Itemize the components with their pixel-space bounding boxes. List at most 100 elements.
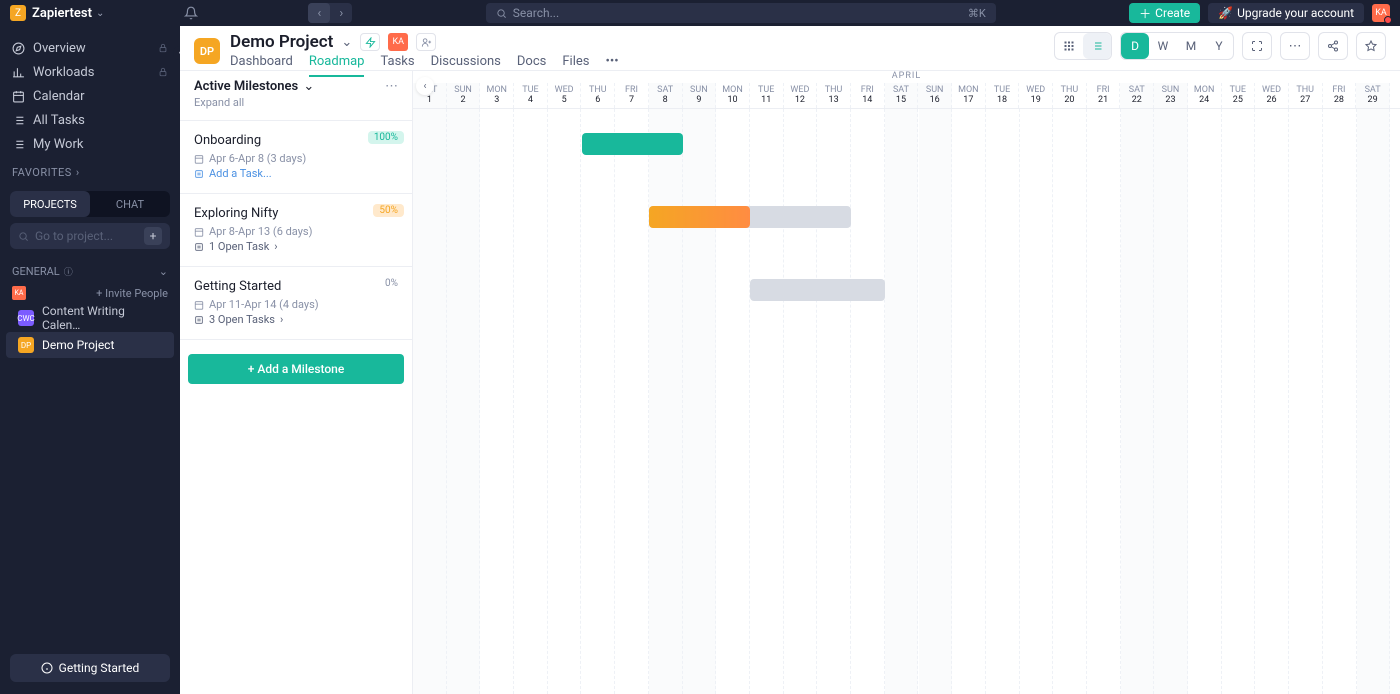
sidebar-project-demo-project[interactable]: DP Demo Project [6,332,174,358]
milestone-tasks-link[interactable]: 3 Open Tasks › [194,313,398,326]
milestone-progress-badge: 0% [379,277,404,290]
day-header: TUE11 [750,83,784,108]
sidebar-project-content-writing-calen-[interactable]: CWCContent Writing Calen… [6,305,174,331]
create-button[interactable]: ＋ Create [1129,3,1200,23]
chevron-down-icon[interactable]: ⌄ [303,79,314,94]
general-label: GENERAL [12,265,60,278]
zoom-w[interactable]: W [1149,33,1177,59]
list-view-button[interactable] [1083,33,1111,59]
lock-icon [158,67,168,77]
day-header: SUN9 [683,83,717,108]
workspace-name[interactable]: Zapiertest [32,6,92,21]
milestone-bar[interactable] [750,279,885,301]
day-header: SUN2 [447,83,481,108]
topbar: Z Zapiertest ⌄ ‹ › Search... ⌘K ＋ Create… [0,0,1400,26]
automations-button[interactable] [360,33,380,51]
calendar-icon [12,90,25,103]
segment-chat[interactable]: CHAT [90,191,170,217]
milestone-row: 100%OnboardingApr 6-Apr 8 (3 days)Add a … [180,121,412,194]
invite-people-link[interactable]: + Invite People [96,287,168,300]
member-avatar[interactable]: KA [12,286,26,300]
day-header: WED26 [1255,83,1289,108]
main-content: DP Demo Project ⌄ KA DashboardRoadmapTas… [180,26,1400,694]
day-header: FRI14 [851,83,885,108]
sidebar-nav-all-tasks[interactable]: All Tasks [0,108,180,132]
day-header: FRI28 [1323,83,1357,108]
sidebar-nav-workloads[interactable]: Workloads [0,60,180,84]
zoom-d[interactable]: D [1121,33,1149,59]
portfolio-members-row: KA + Invite People [0,282,180,304]
user-avatar[interactable]: KA [1372,4,1390,22]
milestone-tasks-link[interactable]: 1 Open Task › [194,240,398,253]
nav-forward-button[interactable]: › [330,3,352,23]
milestone-filter[interactable]: Active Milestones [194,79,298,94]
chevron-down-icon[interactable]: ⌄ [96,8,104,19]
roadmap-view: ‹ Active Milestones ⌄ Expand all ⋯ 100%O… [180,70,1400,694]
roadmap-grid[interactable]: APRIL SAT1SUN2MON3TUE4WED5THU6FRI7SAT8SU… [413,71,1400,694]
expand-all-link[interactable]: Expand all [194,96,314,109]
getting-started-button[interactable]: Getting Started [10,654,170,682]
upgrade-label: Upgrade your account [1237,6,1354,20]
nav-back-button[interactable]: ‹ [308,3,330,23]
sidebar-nav-my-work[interactable]: My Work [0,132,180,156]
compass-icon [12,42,25,55]
sidebar: ‹ OverviewWorkloadsCalendarAll TasksMy W… [0,26,180,694]
grid-view-button[interactable] [1055,33,1083,59]
lock-icon [158,43,168,53]
milestone-row: 0%Getting StartedApr 11-Apr 14 (4 days)3… [180,267,412,340]
add-member-button[interactable] [416,33,436,51]
day-header: MON17 [952,83,986,108]
milestone-tasks-link[interactable]: Add a Task... [194,167,398,180]
goto-project-input[interactable]: Go to project... + [10,223,170,249]
sidebar-nav-overview[interactable]: Overview [0,36,180,60]
favorites-heading[interactable]: FAVORITES › [0,156,180,185]
day-header: SAT29 [1356,83,1390,108]
nav-label: Workloads [33,65,94,80]
project-header: DP Demo Project ⌄ KA DashboardRoadmapTas… [180,26,1400,70]
day-header: SUN16 [918,83,952,108]
milestone-bar-fill [649,206,750,228]
list-icon [12,114,25,127]
favorite-button[interactable] [1356,32,1386,60]
project-label: Demo Project [42,338,114,352]
chevron-down-icon: ⌄ [159,265,168,278]
project-member-avatar[interactable]: KA [388,33,408,51]
day-header: MON3 [480,83,514,108]
scroll-left-button[interactable]: ‹ [416,77,434,95]
project-icon[interactable]: DP [194,38,220,64]
zoom-m[interactable]: M [1177,33,1205,59]
milestone-progress-badge: 50% [373,204,404,217]
sidebar-nav-calendar[interactable]: Calendar [0,84,180,108]
upgrade-button[interactable]: 🚀 Upgrade your account [1208,3,1364,23]
milestone-title[interactable]: Exploring Nifty [194,206,398,221]
project-title[interactable]: Demo Project [230,32,333,52]
day-header: THU27 [1289,83,1323,108]
nav-history: ‹ › [308,3,352,23]
day-header: WED12 [784,83,818,108]
chevron-right-icon: › [274,240,277,253]
day-header: FRI21 [1087,83,1121,108]
milestone-options-button[interactable]: ⋯ [385,79,398,94]
more-options-button[interactable]: ⋯ [1280,32,1310,60]
milestone-dates: Apr 8-Apr 13 (6 days) [194,225,398,238]
bell-icon[interactable] [184,6,198,20]
fullscreen-button[interactable] [1242,32,1272,60]
roadmap-left-pane: Active Milestones ⌄ Expand all ⋯ 100%Onb… [180,71,413,694]
add-milestone-button[interactable]: + Add a Milestone [188,354,404,384]
chevron-right-icon: › [76,166,80,179]
project-color-icon: DP [18,337,34,353]
rocket-icon: 🚀 [1218,6,1233,20]
add-project-button[interactable]: + [144,227,162,245]
day-header: FRI7 [615,83,649,108]
search-input[interactable]: Search... ⌘K [486,3,996,23]
milestone-bar-fill [582,133,683,155]
share-button[interactable] [1318,32,1348,60]
segment-projects[interactable]: PROJECTS [10,191,90,217]
general-section-heading[interactable]: GENERAL ⓘ ⌄ [0,255,180,282]
zoom-y[interactable]: Y [1205,33,1233,59]
nav-label: Overview [33,41,86,56]
milestone-progress-badge: 100% [368,131,404,144]
milestone-title[interactable]: Getting Started [194,279,398,294]
chevron-down-icon[interactable]: ⌄ [341,35,352,50]
workspace-badge[interactable]: Z [10,5,26,21]
